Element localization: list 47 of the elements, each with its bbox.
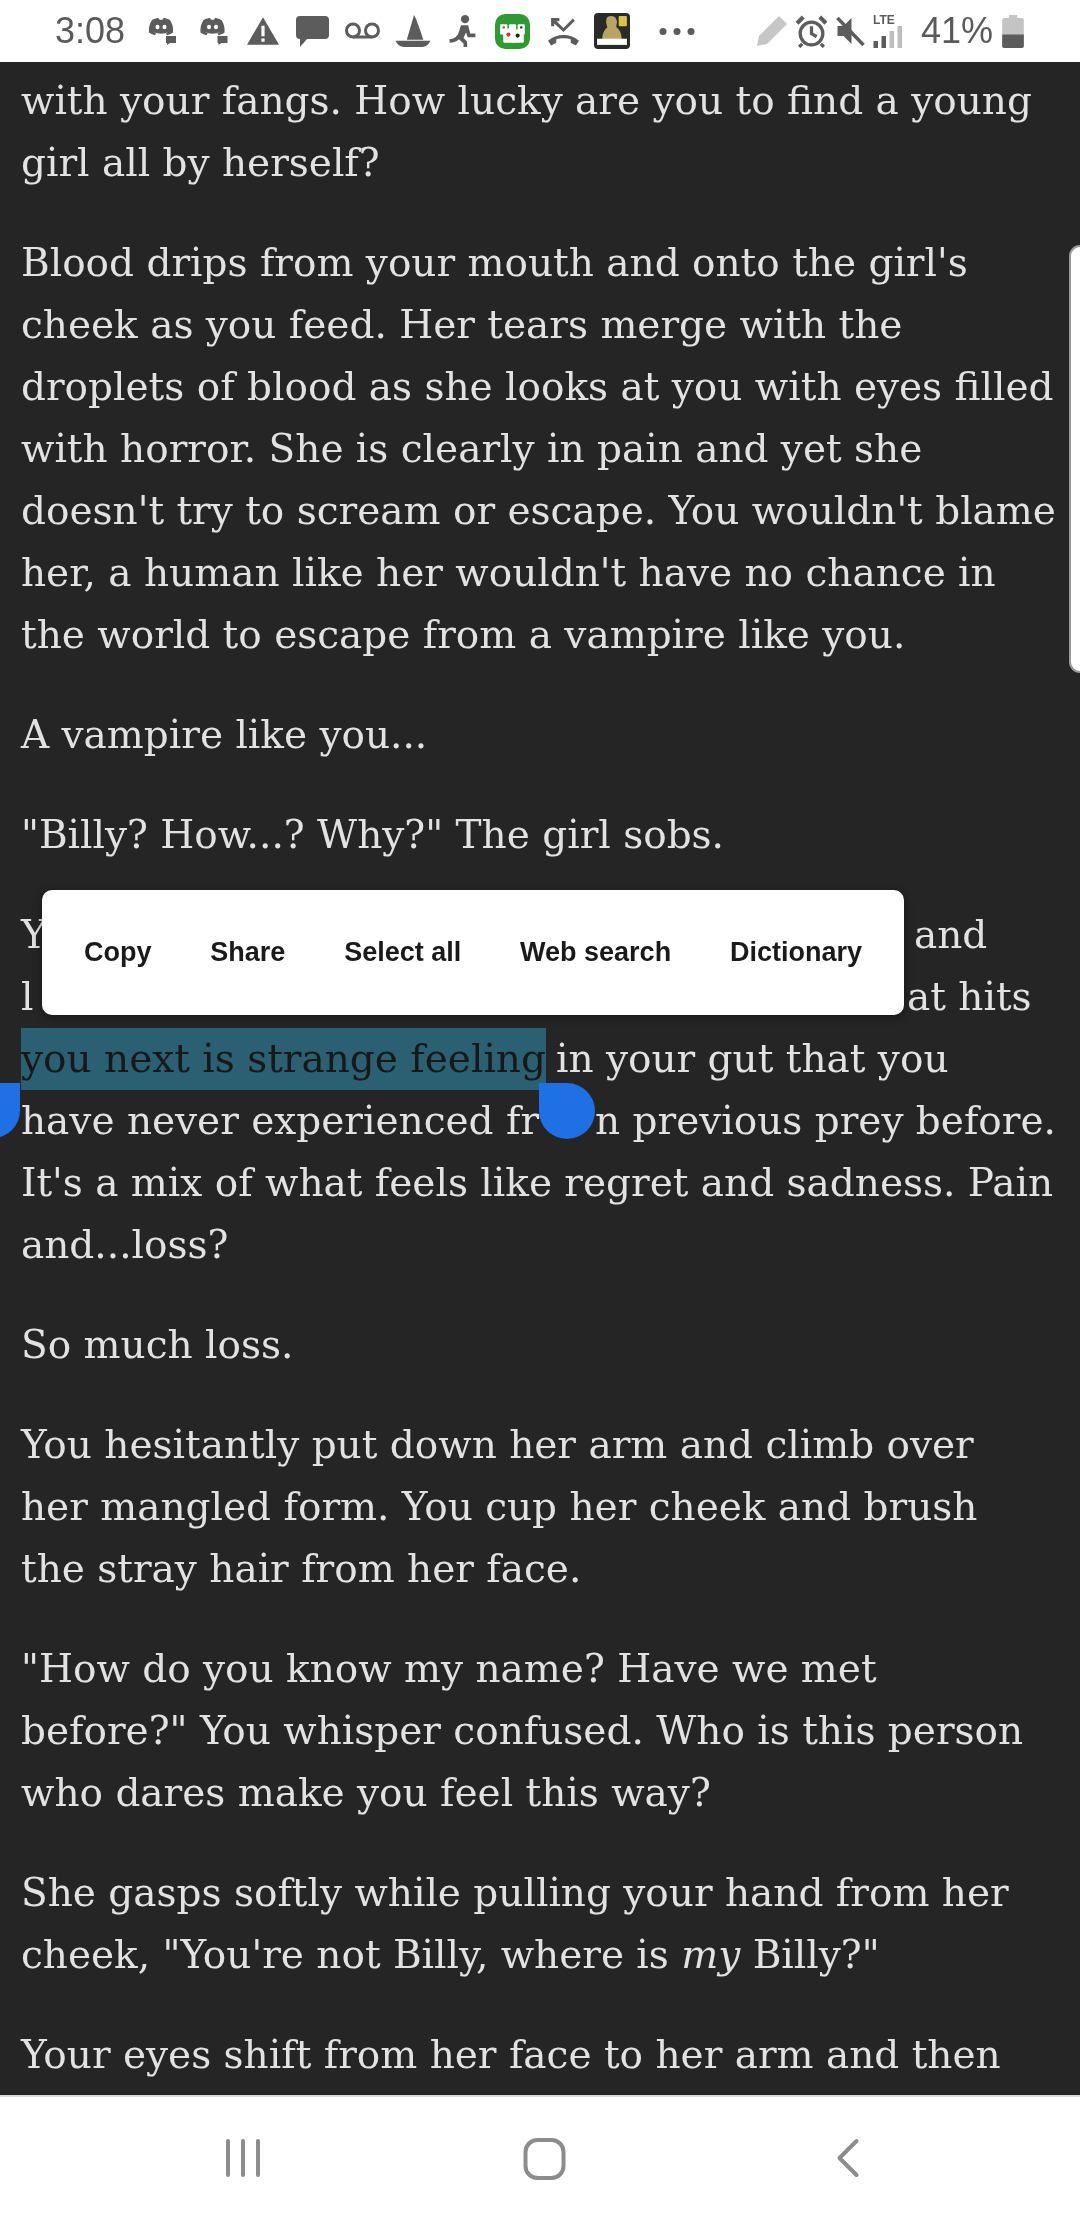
edge-panel-handle[interactable] [1069, 245, 1080, 673]
text-fragment: in your gut that you [555, 1035, 949, 1083]
story-paragraph: "Billy? How...? Why?" The girl sobs. [21, 811, 724, 859]
controller-icon [146, 17, 179, 45]
mute-icon [835, 15, 867, 47]
toolbar-button[interactable]: Share [198, 923, 298, 982]
controller-icon [198, 17, 230, 45]
more-icon [659, 27, 696, 35]
story-paragraph: You hesitantly put down her arm and climb over her mangled form. You cup her cheek and brush the stray hair from her face. [21, 1421, 978, 1593]
selected-text: you next is strange feeling [21, 1028, 546, 1090]
voicemail-icon [344, 22, 382, 40]
cards-app-icon [495, 13, 531, 49]
recent-apps-icon[interactable] [224, 2138, 262, 2178]
back-icon[interactable] [835, 2138, 860, 2178]
sailboat-icon [395, 15, 432, 47]
battery-percent: 41% [921, 13, 994, 49]
toolbar-button[interactable]: Dictionary [717, 923, 874, 982]
selection-handle[interactable] [0, 1083, 20, 1138]
text-fragment: and [914, 911, 988, 959]
text-fragment: n previous prey before. [595, 1097, 1056, 1145]
story-paragraph: She gasps softly while pulling your hand from her cheek, "You're not Billy, where is my Billy?" [21, 1869, 1009, 1979]
story-paragraph: Your eyes shift from her face to her arm and then [21, 2031, 1001, 2079]
text-fragment: at hits [907, 973, 1032, 1021]
story-paragraph: Blood drips from your mouth and onto the girl's cheek as you feed. Her tears merge with the droplets of blood as she looks at you with eyes filled with horror. She is clearly in pain and yet she doesn't try to scream or escape. You wouldn't blame her, a human like her wouldn't have no chance in the world to escape from a vampire like you. [21, 239, 1056, 659]
pencil-icon [756, 15, 789, 47]
toolbar-button[interactable]: Web search [508, 923, 684, 982]
story-paragraph: It's a mix of what feels like regret and sadness. Pain and...loss? [21, 1159, 1054, 1269]
text-fragment: have never experienced fr [21, 1097, 540, 1145]
battery-icon [1002, 14, 1025, 48]
warning-icon [247, 17, 280, 45]
status-time: 3:08 [55, 13, 126, 49]
story-paragraph: with your fangs. How lucky are you to find a young girl all by herself? [21, 77, 1032, 187]
toolbar-button[interactable]: Select all [332, 923, 474, 982]
story-paragraph: So much loss. [21, 1321, 294, 1369]
message-icon [295, 15, 331, 47]
story-paragraph: A vampire like you... [21, 711, 428, 759]
story-paragraph: "How do you know my name? Have we met before?" You whisper confused. Who is this person who dares make you feel this way? [21, 1645, 1024, 1817]
text-fragment: l [21, 973, 34, 1021]
alarm-icon [795, 14, 829, 48]
game-app-icon [594, 13, 631, 49]
network-type: LTE [873, 14, 895, 26]
selection-handle[interactable] [539, 1083, 596, 1139]
person-icon [449, 15, 478, 47]
home-icon[interactable] [523, 2138, 566, 2180]
toolbar-button[interactable]: Copy [72, 923, 164, 982]
signal-icon [873, 26, 905, 48]
missed-call-icon [547, 15, 581, 47]
